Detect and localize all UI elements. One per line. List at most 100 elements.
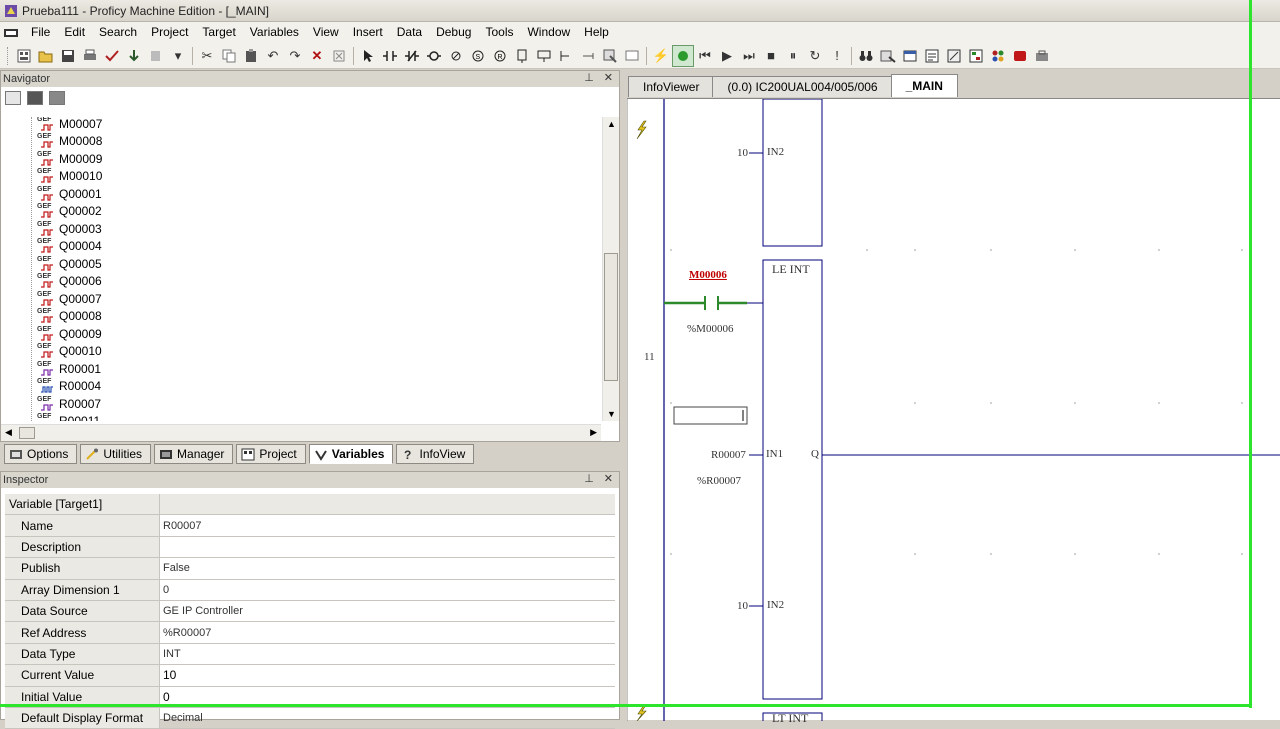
menu-project[interactable]: Project [144,22,195,43]
go-start-icon[interactable]: ⏮ [694,45,716,67]
stop-icon[interactable]: ■ [760,45,782,67]
nc-coil-icon[interactable] [445,45,467,67]
function-block-le-int[interactable] [762,259,823,700]
property-row[interactable]: Ref Address %R00007 [5,622,615,644]
tree-item[interactable]: GEF M00010 [37,168,102,186]
tab-hardware-config[interactable]: (0.0) IC200UAL004/005/006 [712,76,893,97]
tree-item[interactable]: GEF Q00001 [37,185,102,203]
property-value[interactable]: INT [160,644,615,664]
close-icon[interactable]: ✕ [604,71,613,84]
tree-item[interactable]: GEF R00001 [37,360,101,378]
redo-icon[interactable]: ↷ [284,45,306,67]
property-value[interactable]: 10 [160,665,615,685]
menu-target[interactable]: Target [195,22,242,43]
binoculars-icon[interactable] [855,45,877,67]
property-row[interactable]: Data Type INT [5,643,615,666]
property-row[interactable]: Default Display Format Decimal [5,707,615,729]
ladder-canvas[interactable]: 10 IN2 M00006 %M00006 LE INT 11 R00007 I… [627,98,1280,725]
coil-icon[interactable] [423,45,445,67]
tree-item[interactable]: GEF Q00009 [37,325,102,343]
property-row[interactable]: Current Value 10 [5,665,615,687]
toolbar-grip[interactable] [7,46,10,65]
data-watch-icon[interactable] [965,45,987,67]
menu-help[interactable]: Help [577,22,616,43]
property-value[interactable]: %R00007 [160,622,615,642]
tree-item[interactable]: GEF R00011 [37,413,100,421]
property-value[interactable]: 0 [160,580,615,600]
branch-icon[interactable] [555,45,577,67]
online-toggle-icon[interactable]: ⚡ [650,45,672,67]
scroll-left-icon[interactable]: ◀ [5,427,12,438]
menu-insert[interactable]: Insert [346,22,390,43]
variable-lookup-icon[interactable] [599,45,621,67]
function-block-icon[interactable] [511,45,533,67]
tab-infoview[interactable]: ? InfoView [396,444,475,464]
run-icon[interactable]: ▶ [716,45,738,67]
tree-item[interactable]: GEF M00008 [37,133,102,151]
table-view-icon[interactable] [49,91,65,105]
undo-icon[interactable]: ↶ [262,45,284,67]
property-value[interactable]: False [160,558,615,578]
menu-window[interactable]: Window [520,22,577,43]
list-view-icon[interactable] [5,91,21,105]
menu-search[interactable]: Search [92,22,144,43]
scroll-up-icon[interactable]: ▲ [607,119,616,129]
upload-icon[interactable] [145,45,167,67]
property-value[interactable]: R00007 [160,515,615,535]
hardware-config-icon[interactable] [1009,45,1031,67]
refresh-icon[interactable]: ↻ [804,45,826,67]
cut-icon[interactable]: ✂ [196,45,218,67]
property-row[interactable]: Description [5,536,615,559]
property-value[interactable] [160,537,615,557]
navigator-horizontal-scrollbar[interactable]: ◀ ▶ [1,424,601,441]
in2-operand[interactable]: 10 [737,600,748,612]
paste-icon[interactable] [240,45,262,67]
reset-coil-icon[interactable]: R [489,45,511,67]
window-layout-icon[interactable] [899,45,921,67]
tree-item[interactable]: GEF Q00006 [37,273,102,291]
property-row[interactable]: Data Source GE IP Controller [5,600,615,623]
wire-icon[interactable] [577,45,599,67]
tab-variables[interactable]: Variables [308,444,394,464]
properties-view-icon[interactable] [27,91,43,105]
insert-rung-icon[interactable] [533,45,555,67]
dropdown-arrow-icon[interactable]: ▾ [167,45,189,67]
monitor-icon[interactable] [672,44,694,67]
operand-edit-box[interactable] [673,406,748,425]
contact-icon[interactable] [379,45,401,67]
download-icon[interactable] [123,45,145,67]
property-row[interactable]: Name R00007 [5,515,615,537]
nc-contact-icon[interactable] [401,45,423,67]
in1-operand[interactable]: R00007 [711,449,746,461]
find-icon[interactable] [328,45,350,67]
close-icon[interactable]: ✕ [604,472,613,485]
tab-options[interactable]: Options [4,444,78,464]
tree-item[interactable]: GEF Q00008 [37,308,102,326]
comment-icon[interactable] [621,45,643,67]
tab-manager[interactable]: Manager [154,444,234,464]
system-menu-icon[interactable] [4,27,20,39]
contact-variable-label[interactable]: M00006 [689,269,727,281]
tab-main[interactable]: _MAIN [890,74,958,97]
toolbox-icon[interactable] [1031,45,1053,67]
menu-tools[interactable]: Tools [478,22,520,43]
properties-icon[interactable] [921,45,943,67]
pin-icon[interactable]: ⊥ [584,71,594,84]
select-pointer-icon[interactable] [357,45,379,67]
new-project-icon[interactable] [13,45,35,67]
menu-file[interactable]: File [24,22,57,43]
tab-project[interactable]: Project [236,444,306,464]
property-value[interactable]: Decimal [160,708,615,728]
tree-item[interactable]: GEF Q00005 [37,255,102,273]
tree-item[interactable]: GEF Q00007 [37,290,102,308]
scroll-right-icon[interactable]: ▶ [590,427,597,438]
menu-edit[interactable]: Edit [57,22,92,43]
menu-data[interactable]: Data [390,22,429,43]
menu-debug[interactable]: Debug [429,22,478,43]
tab-utilities[interactable]: Utilities [80,444,152,464]
property-row[interactable]: Array Dimension 10 [5,579,615,601]
tree-item[interactable]: GEF M00009 [37,150,102,168]
menu-variables[interactable]: Variables [243,22,306,43]
step-icon[interactable]: ⏭ [738,45,760,67]
top-in2-value[interactable]: 10 [737,147,748,159]
